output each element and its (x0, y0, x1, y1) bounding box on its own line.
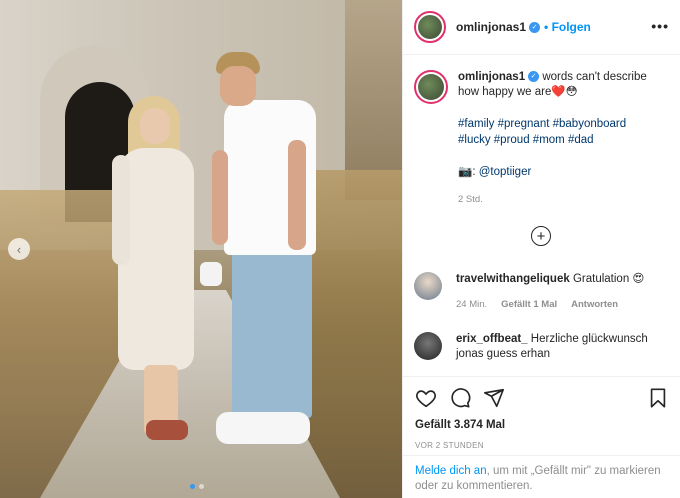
woman-shoes (146, 420, 188, 440)
carousel-dot-active (190, 484, 195, 489)
comment-likes-link[interactable]: Gefällt 1 Mal (501, 297, 557, 312)
follow-button[interactable]: • Folgen (544, 20, 591, 34)
hashtag-line[interactable]: #lucky #proud #mom #dad (458, 132, 672, 148)
baby-shoes (200, 262, 222, 286)
chevron-left-icon: ‹ (16, 241, 22, 257)
reply-button[interactable]: Antworten (571, 297, 618, 312)
photo-credit: 📷: @toptiiger (458, 164, 672, 178)
post-actions: Gefällt 3.874 Mal VOR 2 STUNDEN (403, 376, 680, 450)
post-caption: omlinjonas1 ✓ words can't describe how ha… (414, 70, 672, 205)
post-photo[interactable]: ‹ (0, 0, 402, 498)
login-prompt: Melde dich an, um mit „Gefällt mir" zu m… (403, 455, 680, 498)
comment-item: travelwithangeliquek Gratulation 😍 24 Mi… (414, 272, 672, 312)
caption-timestamp: 2 Std. (458, 194, 483, 205)
carousel-prev-button[interactable]: ‹ (8, 238, 30, 260)
carousel-dots (190, 484, 204, 489)
caption-text: omlinjonas1 ✓ words can't describe how ha… (458, 70, 668, 104)
post-timestamp: VOR 2 STUNDEN (415, 441, 484, 450)
heart-icon[interactable] (415, 387, 437, 409)
share-icon[interactable] (483, 387, 505, 409)
man-jeans (232, 248, 312, 418)
more-options-icon[interactable]: ••• (651, 18, 669, 34)
commenter-username[interactable]: erix_offbeat_ (456, 333, 528, 345)
caption-avatar[interactable] (414, 70, 448, 104)
post-panel: omlinjonas1 ✓ • Folgen ••• omlinjonas1 ✓ … (402, 0, 680, 498)
commenter-avatar[interactable] (414, 332, 442, 360)
commenter-avatar[interactable] (414, 272, 442, 300)
man-arm-right (288, 140, 306, 250)
woman-face (140, 108, 170, 144)
author-username[interactable]: omlinjonas1 (456, 20, 526, 34)
man-shoes (216, 412, 310, 444)
caption-username[interactable]: omlinjonas1 (458, 71, 525, 83)
comment-text: Gratulation 😍 (572, 273, 645, 285)
comment-icon[interactable] (449, 387, 471, 409)
likes-count[interactable]: Gefällt 3.874 Mal (415, 419, 669, 431)
man-arm (212, 150, 228, 245)
carousel-dot (199, 484, 204, 489)
commenter-username[interactable]: travelwithangeliquek (456, 273, 570, 285)
author-avatar[interactable] (414, 11, 446, 43)
caption-hashtags: #family #pregnant #babyonboard #lucky #p… (458, 116, 672, 148)
login-link[interactable]: Melde dich an (415, 465, 487, 477)
woman-arm (112, 155, 130, 265)
credit-handle-link[interactable]: @toptiiger (479, 166, 532, 178)
load-more-comments-icon[interactable]: + (531, 226, 551, 246)
verified-badge-icon: ✓ (529, 21, 541, 33)
camera-icon: 📷: (458, 166, 479, 178)
post-header: omlinjonas1 ✓ • Folgen ••• (403, 0, 680, 55)
hashtag-line[interactable]: #family #pregnant #babyonboard (458, 116, 672, 132)
verified-badge-icon: ✓ (528, 71, 540, 83)
comment-time: 24 Min. (456, 299, 488, 310)
comment-item: erix_offbeat_ Herzliche glückwunsch jona… (414, 332, 672, 362)
bookmark-icon[interactable] (647, 387, 669, 409)
man-face (220, 66, 256, 106)
